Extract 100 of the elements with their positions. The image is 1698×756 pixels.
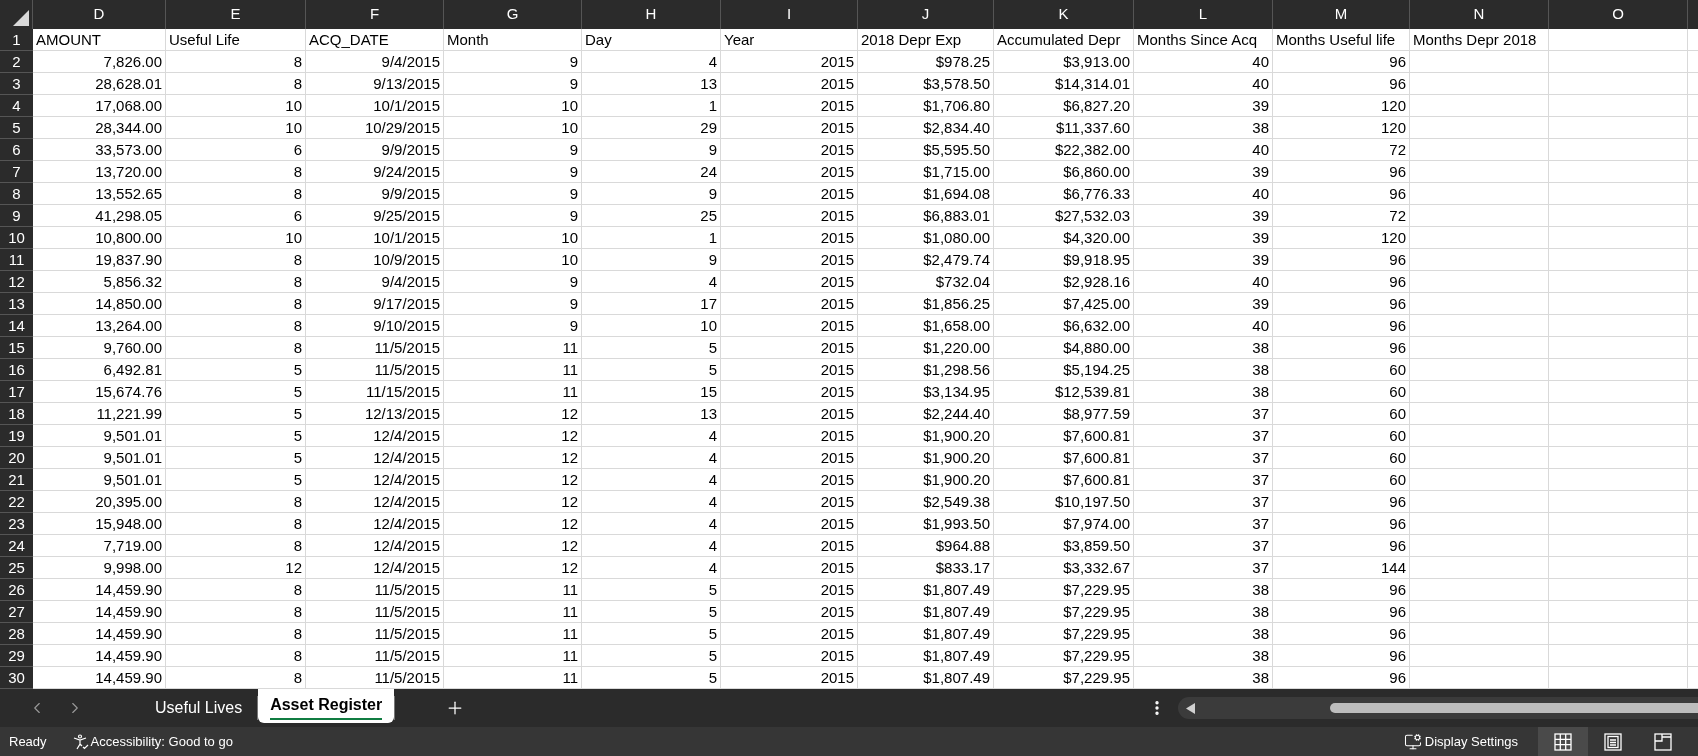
table-cell: $5,595.50 xyxy=(858,139,994,161)
row-header[interactable]: 15 xyxy=(0,337,33,359)
scroll-left-arrow-icon[interactable] xyxy=(1186,702,1195,714)
table-cell: 10 xyxy=(444,249,582,271)
table-cell: 5 xyxy=(166,359,306,381)
row-header[interactable]: 3 xyxy=(0,73,33,95)
table-cell: 96 xyxy=(1273,51,1410,73)
table-cell: 2015 xyxy=(721,73,858,95)
table-cell: $7,974.00 xyxy=(994,513,1134,535)
table-cell: 14,459.90 xyxy=(33,579,166,601)
table-cell: $1,706.80 xyxy=(858,95,994,117)
row-header[interactable]: 26 xyxy=(0,579,33,601)
column-header[interactable]: M xyxy=(1273,0,1410,29)
row-header[interactable]: 4 xyxy=(0,95,33,117)
column-header[interactable]: F xyxy=(306,0,444,29)
table-cell: 9 xyxy=(582,249,721,271)
table-cell: Useful Life xyxy=(166,29,306,51)
column-header[interactable]: E xyxy=(166,0,306,29)
table-cell: 11 xyxy=(444,359,582,381)
column-header[interactable]: I xyxy=(721,0,858,29)
table-cell: 2015 xyxy=(721,601,858,623)
table-cell: $1,658.00 xyxy=(858,315,994,337)
table-cell: 11/5/2015 xyxy=(306,359,444,381)
sheet-tab[interactable]: Asset Register xyxy=(258,689,395,723)
column-header[interactable]: O xyxy=(1549,0,1688,29)
row-header[interactable]: 20 xyxy=(0,447,33,469)
row-header[interactable]: 25 xyxy=(0,557,33,579)
sheet-tab[interactable]: Useful Lives xyxy=(140,689,258,727)
row-header[interactable]: 8 xyxy=(0,183,33,205)
row-header[interactable]: 2 xyxy=(0,51,33,73)
column-header[interactable]: K xyxy=(994,0,1134,29)
column-header[interactable]: D xyxy=(33,0,166,29)
table-cell: 37 xyxy=(1134,491,1273,513)
table-cell: 2018 Depr Exp xyxy=(858,29,994,51)
table-cell: 37 xyxy=(1134,535,1273,557)
row-header[interactable]: 13 xyxy=(0,293,33,315)
row-header[interactable]: 19 xyxy=(0,425,33,447)
row-header[interactable]: 23 xyxy=(0,513,33,535)
table-cell: $1,900.20 xyxy=(858,425,994,447)
table-cell: 24 xyxy=(582,161,721,183)
row-header[interactable]: 11 xyxy=(0,249,33,271)
table-cell: 144 xyxy=(1273,557,1410,579)
table-cell: 38 xyxy=(1134,601,1273,623)
table-cell: 12 xyxy=(166,557,306,579)
table-cell: 8 xyxy=(166,513,306,535)
table-cell: 6 xyxy=(166,139,306,161)
table-cell: 96 xyxy=(1273,73,1410,95)
row-header[interactable]: 17 xyxy=(0,381,33,403)
row-header[interactable]: 12 xyxy=(0,271,33,293)
row-header[interactable]: 1 xyxy=(0,29,33,51)
row-header[interactable]: 29 xyxy=(0,645,33,667)
table-cell: 5 xyxy=(582,645,721,667)
display-settings-button[interactable]: Display Settings xyxy=(1403,731,1518,752)
row-header[interactable]: 6 xyxy=(0,139,33,161)
row-header[interactable]: 21 xyxy=(0,469,33,491)
table-cell: 38 xyxy=(1134,579,1273,601)
row-header[interactable]: 9 xyxy=(0,205,33,227)
table-cell: 13 xyxy=(582,73,721,95)
row-header[interactable]: 7 xyxy=(0,161,33,183)
table-cell: 8 xyxy=(166,51,306,73)
row-header[interactable]: 24 xyxy=(0,535,33,557)
table-cell: 15,948.00 xyxy=(33,513,166,535)
row-header[interactable]: 16 xyxy=(0,359,33,381)
view-button[interactable] xyxy=(1538,727,1588,756)
column-header[interactable]: G xyxy=(444,0,582,29)
table-cell: 2015 xyxy=(721,447,858,469)
scrollbar-thumb[interactable] xyxy=(1330,703,1698,713)
table-cell: 7,719.00 xyxy=(33,535,166,557)
table-cell: 5 xyxy=(166,447,306,469)
row-header[interactable]: 27 xyxy=(0,601,33,623)
table-cell: 12 xyxy=(444,403,582,425)
row-header[interactable]: 28 xyxy=(0,623,33,645)
column-header[interactable]: H xyxy=(582,0,721,29)
row-header[interactable]: 22 xyxy=(0,491,33,513)
table-cell: 38 xyxy=(1134,337,1273,359)
table-cell: 2015 xyxy=(721,425,858,447)
table-cell: 41,298.05 xyxy=(33,205,166,227)
row-header[interactable]: 5 xyxy=(0,117,33,139)
table-cell: 2015 xyxy=(721,381,858,403)
table-cell: 2015 xyxy=(721,315,858,337)
table-cell: $1,993.50 xyxy=(858,513,994,535)
table-cell: 120 xyxy=(1273,227,1410,249)
table-cell: 8 xyxy=(166,491,306,513)
column-header[interactable]: L xyxy=(1134,0,1273,29)
table-cell: 8 xyxy=(166,645,306,667)
table-cell: 9 xyxy=(444,183,582,205)
row-header[interactable]: 14 xyxy=(0,315,33,337)
row-header[interactable]: 30 xyxy=(0,667,33,689)
horizontal-scrollbar[interactable] xyxy=(1178,697,1698,719)
accessibility-status[interactable]: Accessibility: Good to go xyxy=(72,731,233,752)
column-header[interactable]: J xyxy=(858,0,994,29)
table-cell: 40 xyxy=(1134,183,1273,205)
row-header[interactable]: 10 xyxy=(0,227,33,249)
table-cell: $11,337.60 xyxy=(994,117,1134,139)
row-header[interactable]: 18 xyxy=(0,403,33,425)
column-header[interactable]: N xyxy=(1410,0,1549,29)
table-cell: 11 xyxy=(444,623,582,645)
table-cell: 4 xyxy=(582,535,721,557)
table-cell: 1 xyxy=(582,227,721,249)
table-cell: 9 xyxy=(444,315,582,337)
